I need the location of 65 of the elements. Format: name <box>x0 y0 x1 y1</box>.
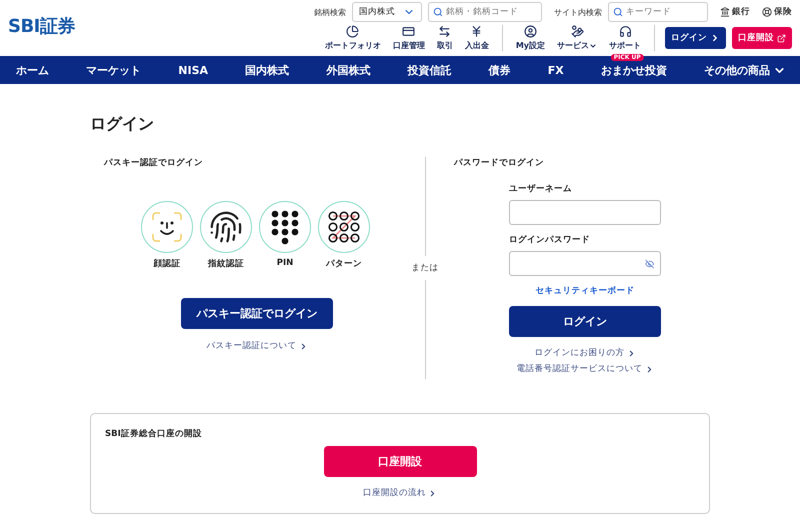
toolbar-link[interactable]: サポート <box>606 25 644 51</box>
page-title: ログイン <box>90 114 155 135</box>
lifebuoy-icon <box>762 7 772 17</box>
external-link-icon <box>777 34 786 42</box>
open-account-button[interactable]: 口座開設 <box>324 446 476 477</box>
section-heading: パスワードでログイン <box>454 157 545 169</box>
toolbar-link[interactable]: ポートフォリオ <box>322 25 384 51</box>
username-field[interactable] <box>509 200 661 225</box>
pie-chart-icon <box>346 25 360 38</box>
password-field[interactable] <box>509 251 661 276</box>
password-login-button[interactable]: ログイン <box>509 306 661 337</box>
market-select[interactable]: 国内株式 <box>352 2 422 22</box>
nav-item[interactable]: NISA <box>178 64 208 76</box>
stock-search-field[interactable]: 銘柄・銘柄コード <box>428 2 542 22</box>
fingerprint-icon <box>209 210 243 244</box>
help-link[interactable]: ログインにお困りの方 <box>534 347 636 359</box>
method-label: パターン <box>326 258 362 270</box>
eye-off-icon <box>644 258 654 268</box>
method-label: 顔認証 <box>154 258 180 270</box>
site-search-field[interactable]: キーワード <box>608 2 708 22</box>
section-heading: パスキー認証でログイン <box>104 157 204 169</box>
section-heading: SBI証券総合口座の開設 <box>105 428 203 440</box>
nav-item[interactable]: その他の商品 <box>704 62 786 78</box>
nav-item[interactable]: FX <box>548 64 564 76</box>
nav-item[interactable]: 投資信託 <box>407 62 452 78</box>
open-account-button[interactable]: 口座開設 <box>732 27 792 49</box>
hand-coins-icon <box>570 25 584 38</box>
toolbar-link[interactable]: My設定 <box>512 25 548 51</box>
nav-item[interactable]: 債券 <box>488 62 511 78</box>
logo[interactable]: SBI証券 <box>8 14 75 56</box>
toolbar-link[interactable]: 入出金 <box>462 25 492 51</box>
toolbar-link[interactable]: 口座管理 <box>390 25 428 51</box>
chevron-right-icon <box>710 33 720 43</box>
help-link[interactable]: 電話番号認証サービスについて <box>516 363 654 375</box>
method-label: PIN <box>276 258 294 268</box>
search-label: 銘柄検索 <box>314 6 346 18</box>
toolbar-link[interactable]: 取引 <box>434 25 456 51</box>
passkey-info-link[interactable]: パスキー認証について <box>206 340 308 352</box>
header-link[interactable]: 銀行 <box>720 6 750 18</box>
search-label: サイト内検索 <box>554 6 602 18</box>
header-link[interactable]: 保険 <box>762 6 792 18</box>
keypad-icon <box>269 209 301 245</box>
arrows-icon <box>438 25 452 38</box>
login-button[interactable]: ログイン <box>665 27 726 49</box>
nav-item[interactable]: 外国株式 <box>326 62 370 78</box>
card-icon <box>402 25 416 38</box>
face-icon <box>151 211 183 243</box>
field-label: ユーザーネーム <box>509 183 573 195</box>
passkey-login-button[interactable]: パスキー認証でログイン <box>181 298 333 329</box>
nav-item[interactable]: ホーム <box>16 62 49 78</box>
nav-item[interactable]: マーケット <box>86 62 142 78</box>
pattern-icon <box>328 211 360 243</box>
method-label: 指紋認証 <box>208 258 244 270</box>
headset-icon <box>618 25 632 38</box>
search-icon <box>613 7 623 17</box>
chevron-right-icon <box>428 488 437 498</box>
field-label: ログインパスワード <box>509 234 591 246</box>
bank-icon <box>720 7 730 17</box>
user-icon <box>524 25 537 38</box>
nav-item[interactable]: 国内株式 <box>245 62 290 78</box>
account-flow-link[interactable]: 口座開設の流れ <box>363 487 437 499</box>
separator-text: または <box>412 262 438 274</box>
search-icon <box>433 7 443 17</box>
toolbar-link[interactable]: サービス <box>554 25 600 51</box>
security-keyboard-link[interactable]: セキュリティキーボード <box>536 285 634 297</box>
